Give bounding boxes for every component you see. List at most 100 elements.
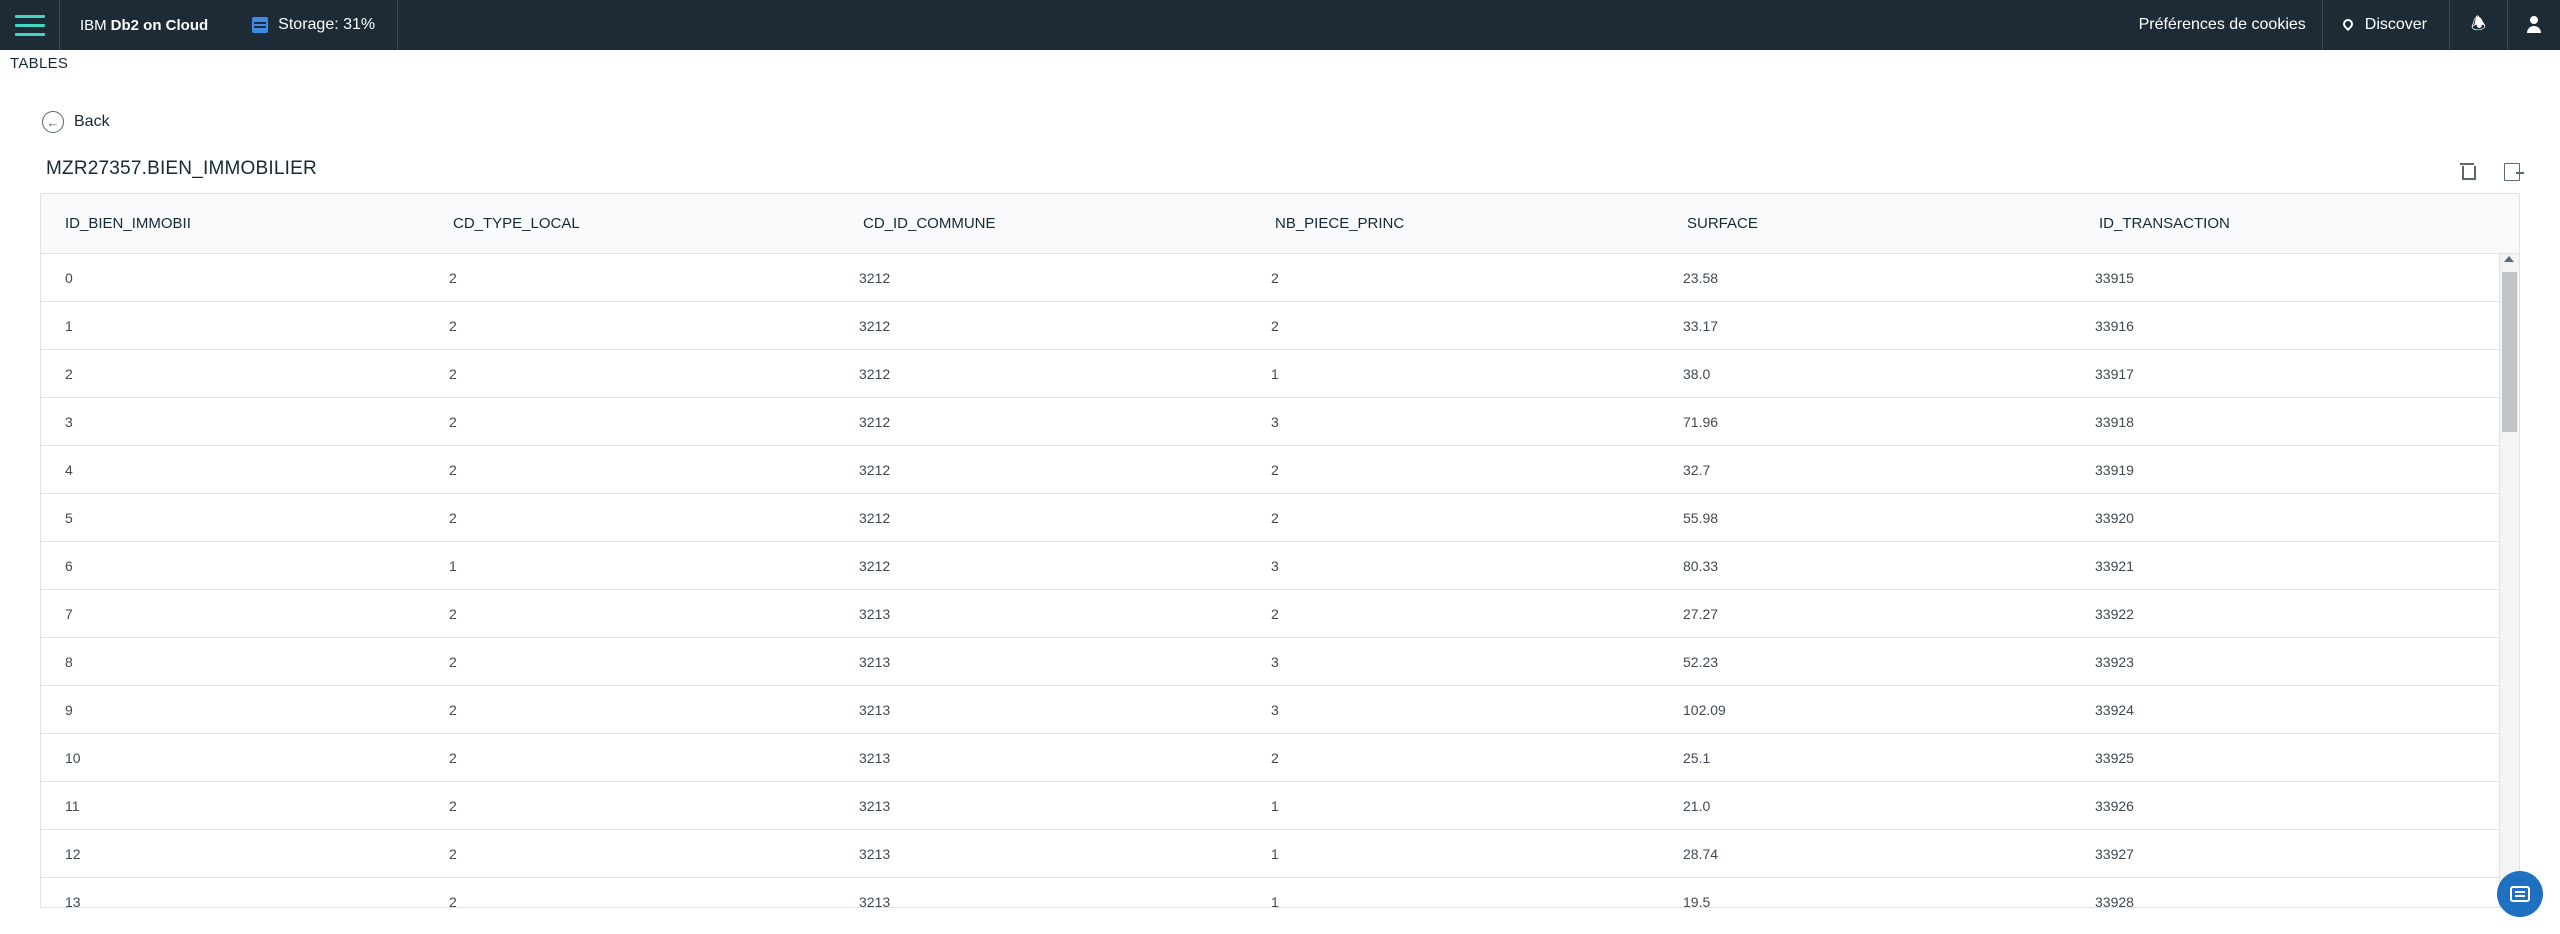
brand-name: Db2 on Cloud xyxy=(110,16,209,34)
table-cell: 33919 xyxy=(2095,461,2134,478)
table-title: MZR27357.BIEN_IMMOBILIER xyxy=(46,158,317,179)
column-header[interactable]: NB_PIECE_PRINC xyxy=(1265,215,1677,232)
table-cell: 3212 xyxy=(859,509,891,526)
table-cell: 1 xyxy=(449,557,457,574)
hamburger-menu-icon[interactable] xyxy=(0,0,60,50)
discover-label: Discover xyxy=(2364,16,2427,33)
bell-icon[interactable]: 🕭︎ xyxy=(2450,0,2508,50)
scroll-up-arrow-icon[interactable] xyxy=(2504,256,2514,262)
export-icon[interactable] xyxy=(2504,163,2524,181)
table-cell: 102.09 xyxy=(1683,701,1726,718)
table-toolbar xyxy=(2460,163,2524,181)
table-row[interactable]: 9 2 3213 3 102.09 33924 xyxy=(41,686,2501,734)
cookie-preferences-link[interactable]: Préférences de cookies xyxy=(2123,0,2323,50)
table-cell: 1 xyxy=(1271,365,1279,382)
top-navigation-bar: IBM Db2 on Cloud Storage: 31% Préférence… xyxy=(0,0,2560,50)
column-header[interactable]: CD_TYPE_LOCAL xyxy=(443,215,853,232)
table-cell: 33924 xyxy=(2095,701,2134,718)
table-row[interactable]: 7 2 3213 2 27.27 33922 xyxy=(41,590,2501,638)
table-cell: 3 xyxy=(1271,653,1279,670)
table-cell: 33917 xyxy=(2095,365,2134,382)
table-cell: 28.74 xyxy=(1683,845,1719,862)
column-header[interactable]: ID_BIEN_IMMOBII xyxy=(41,215,443,232)
table-cell: 2 xyxy=(1271,461,1279,478)
column-header[interactable]: SURFACE xyxy=(1677,215,2089,232)
table-row[interactable]: 5 2 3212 2 55.98 33920 xyxy=(41,494,2501,542)
table-header: ID_BIEN_IMMOBII CD_TYPE_LOCAL CD_ID_COMMUN… xyxy=(41,194,2519,254)
table-cell: 5 xyxy=(65,509,73,526)
table-cell: 2 xyxy=(449,797,457,814)
table-cell: 33920 xyxy=(2095,509,2134,526)
table-row[interactable]: 10 2 3213 2 25.1 33925 xyxy=(41,734,2501,782)
table-cell: 2 xyxy=(449,413,457,430)
table-cell: 1 xyxy=(1271,893,1279,908)
table-cell: 33922 xyxy=(2095,605,2134,622)
database-icon xyxy=(252,17,269,33)
table-row[interactable]: 1 2 3212 2 33.17 33916 xyxy=(41,302,2501,350)
table-cell: 19.5 xyxy=(1683,893,1711,908)
table-row[interactable]: 3 2 3212 3 71.96 33918 xyxy=(41,398,2501,446)
table-cell: 3212 xyxy=(859,557,891,574)
table-row[interactable]: 12 2 3213 1 28.74 33927 xyxy=(41,830,2501,878)
brand-logo[interactable]: IBM Db2 on Cloud xyxy=(60,0,234,50)
table-cell: 3 xyxy=(1271,557,1279,574)
table-cell: 7 xyxy=(65,605,73,622)
chat-icon[interactable] xyxy=(2497,871,2543,917)
table-cell: 33921 xyxy=(2095,557,2134,574)
table-cell: 9 xyxy=(65,701,73,718)
table-row[interactable]: 2 2 3212 1 38.0 33917 xyxy=(41,350,2501,398)
vertical-scrollbar[interactable] xyxy=(2499,254,2519,907)
table-cell: 2 xyxy=(449,845,457,862)
table-cell: 3213 xyxy=(859,749,891,766)
trash-icon[interactable] xyxy=(2460,163,2476,180)
table-cell: 2 xyxy=(449,461,457,478)
brand-prefix: IBM xyxy=(80,16,107,34)
table-cell: 33918 xyxy=(2095,413,2134,430)
column-header[interactable]: ID_TRANSACTION xyxy=(2089,215,2489,232)
back-label: Back xyxy=(74,113,110,130)
table-cell: 1 xyxy=(65,317,73,334)
table-cell: 2 xyxy=(1271,317,1279,334)
table-cell: 3212 xyxy=(859,365,891,382)
table-cell: 80.33 xyxy=(1683,557,1719,574)
table-cell: 6 xyxy=(65,557,73,574)
table-cell: 12 xyxy=(65,845,81,862)
table-cell: 2 xyxy=(1271,509,1279,526)
arrow-left-circle-icon: ← xyxy=(42,111,64,133)
table-cell: 2 xyxy=(449,365,457,382)
user-icon[interactable] xyxy=(2508,0,2560,50)
table-cell: 2 xyxy=(1271,749,1279,766)
table-cell: 4 xyxy=(65,461,73,478)
table-cell: 3 xyxy=(65,413,73,430)
table-cell: 32.7 xyxy=(1683,461,1711,478)
column-header[interactable]: CD_ID_COMMUNE xyxy=(853,215,1265,232)
table-cell: 3 xyxy=(1271,701,1279,718)
scrollbar-thumb[interactable] xyxy=(2502,272,2517,432)
table-row[interactable]: 0 2 3212 2 23.58 33915 xyxy=(41,254,2501,302)
table-cell: 11 xyxy=(65,797,80,814)
back-button[interactable]: ← Back xyxy=(42,111,110,133)
section-title: TABLES xyxy=(10,55,69,72)
table-cell: 3213 xyxy=(859,701,891,718)
table-cell: 2 xyxy=(449,317,457,334)
table-cell: 3212 xyxy=(859,413,891,430)
table-cell: 2 xyxy=(449,269,457,286)
table-row[interactable]: 13 2 3213 1 19.5 33928 xyxy=(41,878,2501,908)
table-cell: 13 xyxy=(65,893,81,908)
table-cell: 2 xyxy=(449,653,457,670)
table-cell: 3213 xyxy=(859,845,891,862)
table-cell: 2 xyxy=(65,365,73,382)
discover-button[interactable]: Discover xyxy=(2323,0,2450,50)
table-row[interactable]: 11 2 3213 1 21.0 33926 xyxy=(41,782,2501,830)
storage-indicator[interactable]: Storage: 31% xyxy=(234,0,399,50)
table-cell: 10 xyxy=(65,749,81,766)
table-row[interactable]: 6 1 3212 3 80.33 33921 xyxy=(41,542,2501,590)
table-cell: 3212 xyxy=(859,461,891,478)
table-row[interactable]: 4 2 3212 2 32.7 33919 xyxy=(41,446,2501,494)
table-cell: 3213 xyxy=(859,797,891,814)
table-cell: 38.0 xyxy=(1683,365,1711,382)
table-cell: 0 xyxy=(65,269,73,286)
location-pin-icon xyxy=(2340,16,2355,32)
table-row[interactable]: 8 2 3213 3 52.23 33923 xyxy=(41,638,2501,686)
table-cell: 2 xyxy=(1271,605,1279,622)
